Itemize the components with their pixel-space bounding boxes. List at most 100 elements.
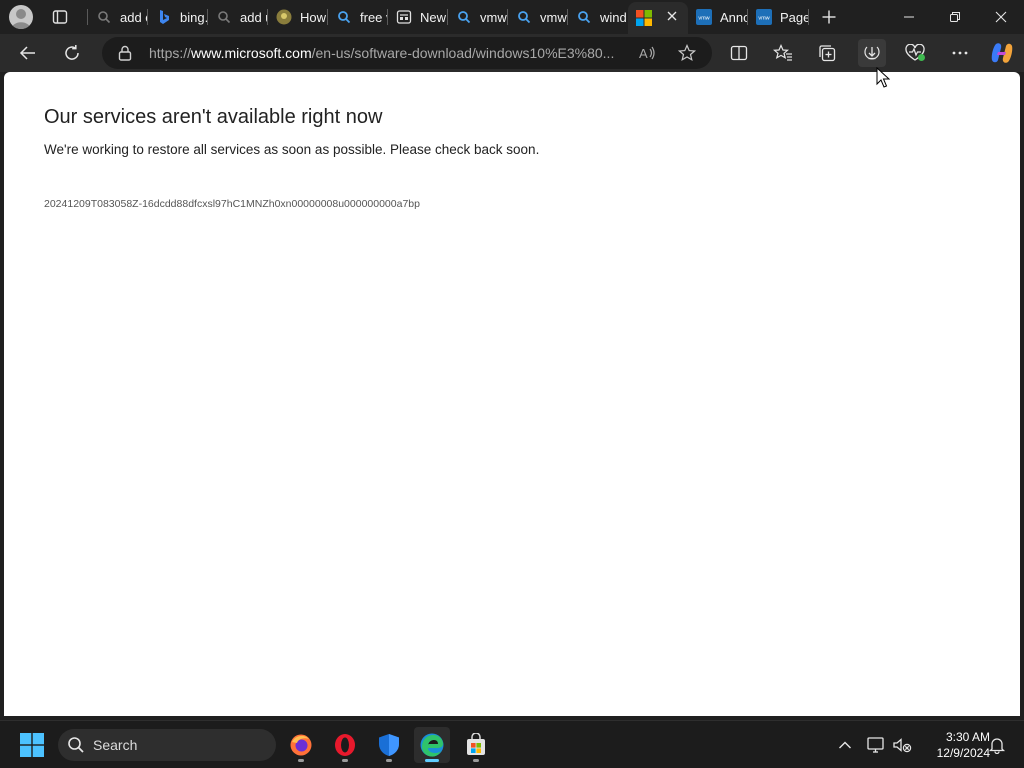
edge-app-button[interactable] <box>414 727 450 763</box>
running-indicator <box>342 759 348 762</box>
tab[interactable]: New <box>388 3 448 31</box>
copilot-button[interactable] <box>988 39 1016 67</box>
tab-separator <box>147 9 148 25</box>
favorites-button[interactable] <box>769 39 797 67</box>
defender-app-button[interactable] <box>371 727 407 763</box>
defender-icon <box>377 733 401 757</box>
tab-title: vmwa <box>480 9 508 25</box>
tab[interactable]: vmw Anno <box>688 3 748 31</box>
error-message: We're working to restore all services as… <box>44 142 540 157</box>
search-icon <box>216 9 232 25</box>
tab-title: add u <box>240 9 268 25</box>
tab-separator <box>327 9 328 25</box>
newtab-icon <box>396 9 412 25</box>
url-domain: www.microsoft.com <box>191 45 312 61</box>
refresh-button[interactable] <box>58 39 86 67</box>
firefox-icon <box>289 733 313 757</box>
tab[interactable]: vmwa <box>508 3 568 31</box>
tab-title: free v <box>360 9 388 25</box>
tab-separator <box>808 9 809 25</box>
start-button[interactable] <box>20 733 44 757</box>
tab-title: bing. <box>180 9 208 25</box>
url-path: /en-us/software-download/windows10%E3%80… <box>311 45 615 61</box>
profile-avatar[interactable] <box>9 5 33 29</box>
show-hidden-icons-button[interactable] <box>833 733 857 757</box>
notifications-bell-icon[interactable] <box>985 733 1009 757</box>
settings-more-button[interactable] <box>946 39 974 67</box>
vmware-icon: vmw <box>696 9 712 25</box>
running-indicator <box>298 759 304 762</box>
vmware-icon: vmw <box>756 9 772 25</box>
opera-app-button[interactable] <box>327 727 363 763</box>
minimize-button[interactable] <box>886 0 932 34</box>
system-clock[interactable]: 3:30 AM 12/9/2024 <box>916 729 990 761</box>
tab-separator <box>267 9 268 25</box>
svg-text:vmw: vmw <box>758 16 769 22</box>
error-title: Our services aren't available right now <box>44 106 383 128</box>
opera-icon <box>333 733 357 757</box>
tab-separator <box>447 9 448 25</box>
tab-separator <box>207 9 208 25</box>
network-icon[interactable] <box>864 733 888 757</box>
clock-date: 12/9/2024 <box>936 746 990 760</box>
tab[interactable]: wind <box>568 3 628 31</box>
tab-separator <box>507 9 508 25</box>
tab-separator <box>567 9 568 25</box>
tab-title: vmwa <box>540 9 568 25</box>
url-text[interactable]: https://www.microsoft.com/en-us/software… <box>149 45 629 63</box>
tab[interactable]: free v <box>328 3 388 31</box>
volume-muted-icon[interactable] <box>890 733 914 757</box>
search-icon <box>576 9 592 25</box>
page-content: Our services aren't available right now … <box>4 72 1020 716</box>
tab[interactable]: How <box>268 3 328 31</box>
downloads-button[interactable] <box>858 39 886 67</box>
store-app-button[interactable] <box>458 727 494 763</box>
taskbar-search-box[interactable]: Search <box>58 729 276 761</box>
tab-title: wind <box>600 9 627 25</box>
browser-toolbar: https://www.microsoft.com/en-us/software… <box>0 34 1024 72</box>
tab[interactable]: vmw Page <box>748 3 808 31</box>
back-button[interactable] <box>14 39 42 67</box>
search-icon <box>516 9 532 25</box>
tab-separator <box>87 9 88 25</box>
search-icon <box>336 9 352 25</box>
tab-strip: add e bing. add u How free v New vmwa vm… <box>0 0 1024 34</box>
running-indicator <box>386 759 392 762</box>
tab-title: New <box>420 9 447 25</box>
tab-separator <box>747 9 748 25</box>
edge-icon <box>419 732 445 758</box>
firefox-app-button[interactable] <box>283 727 319 763</box>
taskbar: Search 3:30 AM 12/9/2024 <box>0 720 1024 768</box>
new-tab-button[interactable] <box>818 6 840 28</box>
collections-button[interactable] <box>813 39 841 67</box>
tab-actions-menu-button[interactable] <box>46 6 74 28</box>
microsoft-logo-icon <box>636 10 652 26</box>
tab[interactable]: vmwa <box>448 3 508 31</box>
favorite-star-icon[interactable] <box>677 43 697 63</box>
restore-button[interactable] <box>932 0 978 34</box>
tab[interactable]: add u <box>208 3 268 31</box>
split-screen-button[interactable] <box>725 39 753 67</box>
clock-time: 3:30 AM <box>945 730 990 744</box>
close-tab-icon[interactable] <box>666 10 678 22</box>
running-indicator <box>425 759 439 762</box>
tab-title: Anno <box>720 9 748 25</box>
tab[interactable]: bing. <box>148 3 208 31</box>
running-indicator <box>473 759 479 762</box>
search-icon <box>456 9 472 25</box>
tab-title: add e <box>120 9 148 25</box>
lock-icon[interactable] <box>118 45 132 61</box>
tab[interactable]: add e <box>88 3 148 31</box>
mouse-cursor-icon <box>876 67 890 89</box>
browser-essentials-button[interactable] <box>902 39 930 67</box>
url-prefix: https:// <box>149 45 192 61</box>
close-window-button[interactable] <box>978 0 1024 34</box>
tab-active[interactable] <box>628 2 688 34</box>
tab-title: Page <box>780 9 808 25</box>
svg-text:vmw: vmw <box>698 16 709 22</box>
search-label: Search <box>93 737 138 753</box>
search-icon <box>96 9 112 25</box>
address-bar[interactable]: https://www.microsoft.com/en-us/software… <box>102 37 712 69</box>
tab-title: How <box>300 9 327 25</box>
read-aloud-icon[interactable]: A <box>637 43 657 63</box>
